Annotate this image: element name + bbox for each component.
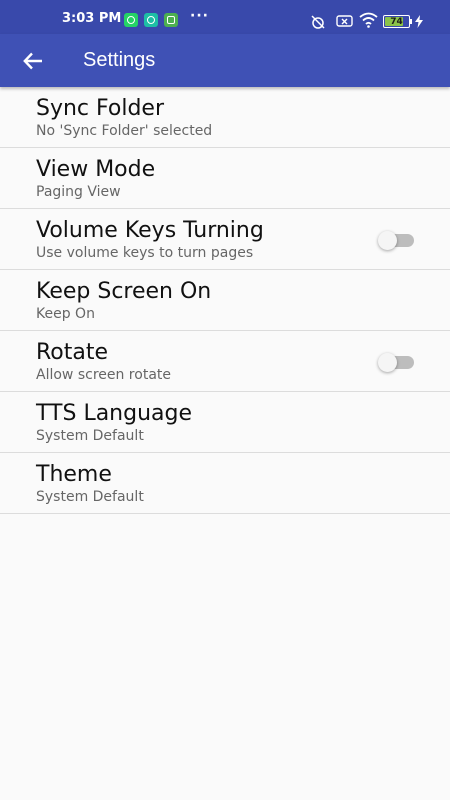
setting-keep-screen-on[interactable]: Keep Screen On Keep On: [0, 270, 450, 331]
volume-keys-toggle[interactable]: [378, 231, 414, 250]
setting-tts-language[interactable]: TTS Language System Default: [0, 392, 450, 453]
whatsapp-business-icon: [144, 13, 158, 27]
setting-subtitle: Allow screen rotate: [36, 367, 171, 383]
setting-subtitle: Paging View: [36, 184, 121, 200]
setting-subtitle: Use volume keys to turn pages: [36, 245, 254, 261]
charging-icon: [415, 15, 423, 28]
page-title: Settings: [83, 49, 156, 71]
setting-view-mode[interactable]: View Mode Paging View: [0, 148, 450, 209]
setting-theme[interactable]: Theme System Default: [0, 453, 450, 514]
setting-title: View Mode: [36, 157, 156, 182]
alarm-off-icon: [311, 15, 325, 29]
setting-rotate[interactable]: Rotate Allow screen rotate: [0, 331, 450, 392]
setting-title: Theme: [36, 462, 112, 487]
whatsapp-icon: [124, 13, 138, 27]
arrow-back-icon: [23, 52, 42, 70]
settings-list: Sync Folder No 'Sync Folder' selected Vi…: [0, 87, 450, 514]
setting-subtitle: No 'Sync Folder' selected: [36, 123, 213, 139]
setting-subtitle: System Default: [36, 428, 144, 444]
setting-title: Sync Folder: [36, 96, 165, 121]
back-button[interactable]: [16, 44, 50, 78]
setting-subtitle: Keep On: [36, 306, 95, 322]
battery-icon: 74: [383, 15, 410, 28]
setting-title: Keep Screen On: [36, 279, 212, 304]
app-icon: [164, 13, 178, 27]
app-toolbar: Settings: [0, 34, 450, 87]
setting-title: Volume Keys Turning: [36, 218, 264, 243]
wifi-icon: [359, 12, 378, 28]
battery-level: 74: [390, 16, 403, 27]
setting-sync-folder[interactable]: Sync Folder No 'Sync Folder' selected: [0, 87, 450, 148]
more-notifications-icon: ···: [190, 8, 209, 24]
no-sim-icon: [336, 15, 353, 27]
status-time: 3:03 PM: [62, 11, 122, 26]
rotate-toggle[interactable]: [378, 353, 414, 372]
setting-title: Rotate: [36, 340, 109, 365]
setting-subtitle: System Default: [36, 489, 144, 505]
status-bar: 3:03 PM ··· 74: [0, 0, 450, 34]
setting-title: TTS Language: [36, 401, 193, 426]
setting-volume-keys-turning[interactable]: Volume Keys Turning Use volume keys to t…: [0, 209, 450, 270]
